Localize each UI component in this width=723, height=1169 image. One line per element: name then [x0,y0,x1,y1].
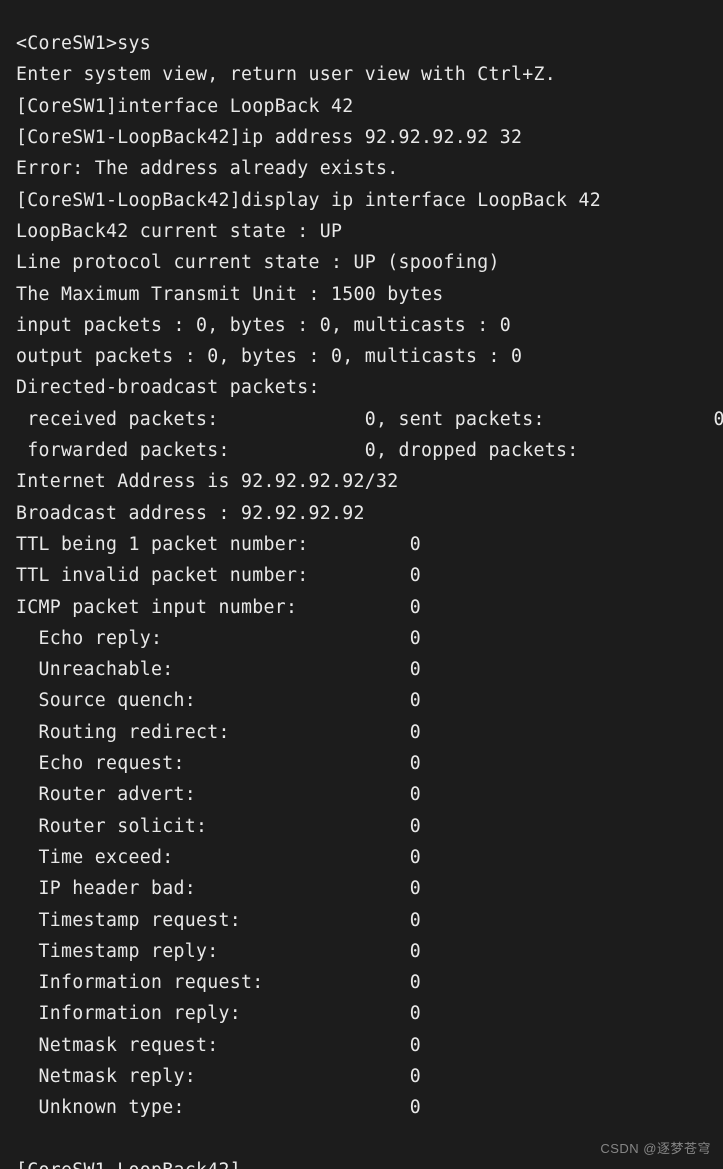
terminal-line: output packets : 0, bytes : 0, multicast… [16,346,522,367]
terminal-line: Information reply: 0 [16,1003,421,1024]
terminal-line: [CoreSW1-LoopBack42]ip address 92.92.92.… [16,127,522,148]
terminal-line: Routing redirect: 0 [16,722,421,743]
terminal-line: Echo reply: 0 [16,628,421,649]
terminal-line: <CoreSW1>sys [16,33,151,54]
terminal-line: Enter system view, return user view with… [16,64,556,85]
terminal-output[interactable]: <CoreSW1>sys Enter system view, return u… [0,18,723,1169]
terminal-line: Unknown type: 0 [16,1097,421,1118]
terminal-line: Error: The address already exists. [16,158,399,179]
terminal-line: [CoreSW1-LoopBack42] [16,1160,241,1169]
terminal-line: Directed-broadcast packets: [16,377,320,398]
terminal-line: TTL being 1 packet number: 0 [16,534,421,555]
terminal-line: [CoreSW1-LoopBack42]display ip interface… [16,190,601,211]
terminal-line: Router solicit: 0 [16,816,421,837]
terminal-line: Netmask reply: 0 [16,1066,421,1087]
terminal-line: ICMP packet input number: 0 [16,597,421,618]
terminal-line: Internet Address is 92.92.92.92/32 [16,471,399,492]
terminal-line: forwarded packets: 0, dropped packets: 0 [16,440,723,461]
terminal-line: Timestamp request: 0 [16,910,421,931]
terminal-line: Unreachable: 0 [16,659,421,680]
terminal-line: Router advert: 0 [16,784,421,805]
watermark-text: CSDN @逐梦苍穹 [600,1138,711,1157]
terminal-line: [CoreSW1]interface LoopBack 42 [16,96,354,117]
terminal-line: Echo request: 0 [16,753,421,774]
terminal-line: Line protocol current state : UP (spoofi… [16,252,500,273]
terminal-line: LoopBack42 current state : UP [16,221,342,242]
terminal-line: TTL invalid packet number: 0 [16,565,421,586]
terminal-line: Information request: 0 [16,972,421,993]
terminal-line: Timestamp reply: 0 [16,941,421,962]
terminal-line: input packets : 0, bytes : 0, multicasts… [16,315,511,336]
terminal-line: received packets: 0, sent packets: 0 [16,409,723,430]
terminal-line: IP header bad: 0 [16,878,421,899]
terminal-line: Source quench: 0 [16,690,421,711]
terminal-line: The Maximum Transmit Unit : 1500 bytes [16,284,444,305]
terminal-line: Broadcast address : 92.92.92.92 [16,503,365,524]
terminal-line: Time exceed: 0 [16,847,421,868]
terminal-line: Netmask request: 0 [16,1035,421,1056]
